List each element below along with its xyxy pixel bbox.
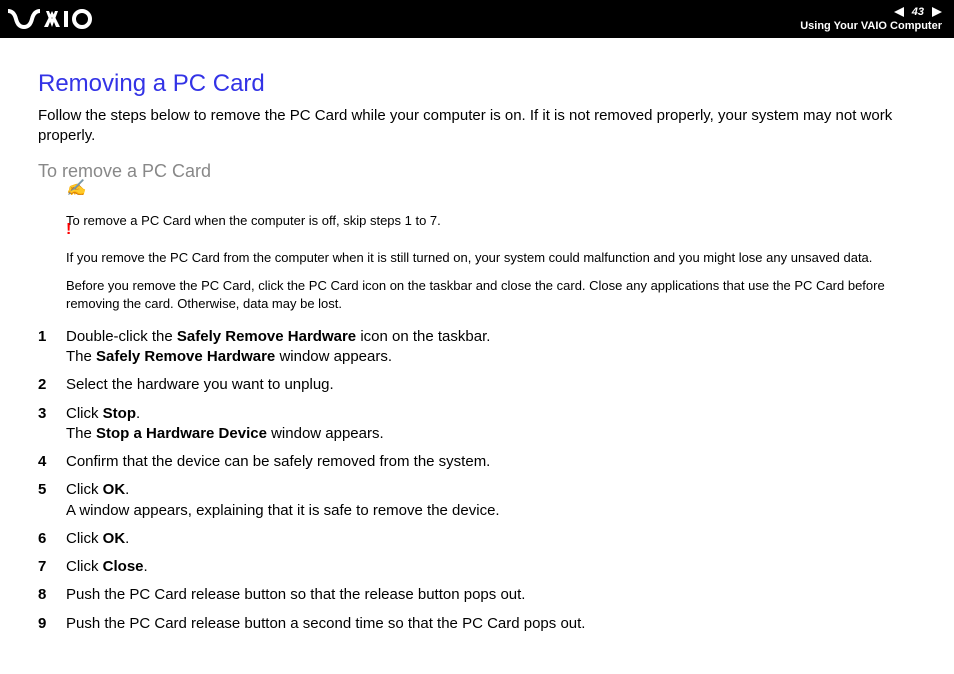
step-number: 8 [38,585,66,605]
intro-text: Follow the steps below to remove the PC … [38,106,926,147]
page-nav: 43 [894,6,942,18]
step-item: 1Double-click the Safely Remove Hardware… [38,327,926,368]
step-number: 5 [38,480,66,521]
warning-note: ! If you remove the PC Card from the com… [66,235,926,267]
plain-note: Before you remove the PC Card, click the… [66,275,926,313]
page-content: Removing a PC Card Follow the steps belo… [0,38,954,634]
step-text: Click OK.A window appears, explaining th… [66,480,926,521]
step-item: 4Confirm that the device can be safely r… [38,452,926,472]
vaio-logo [8,9,98,29]
pencil-icon: ✍ [66,178,86,200]
step-number: 7 [38,557,66,577]
step-item: 5Click OK.A window appears, explaining t… [38,480,926,521]
page-header: 43 Using Your VAIO Computer [0,0,954,38]
plain-note-text: Before you remove the PC Card, click the… [66,278,885,311]
step-item: 6Click OK. [38,529,926,549]
subheading: To remove a PC Card [38,161,926,182]
header-right: 43 Using Your VAIO Computer [800,6,946,32]
steps-list: 1Double-click the Safely Remove Hardware… [38,327,926,634]
step-item: 3Click Stop.The Stop a Hardware Device w… [38,404,926,445]
page-number: 43 [910,6,926,18]
step-item: 2Select the hardware you want to unplug. [38,375,926,395]
prev-page-arrow-icon[interactable] [894,7,908,17]
warning-text: If you remove the PC Card from the compu… [66,250,872,265]
step-text: Click OK. [66,529,926,549]
step-number: 6 [38,529,66,549]
step-item: 9Push the PC Card release button a secon… [38,614,926,634]
tip-note: ✍ To remove a PC Card when the computer … [66,196,926,230]
section-title: Using Your VAIO Computer [800,20,942,32]
step-item: 8Push the PC Card release button so that… [38,585,926,605]
exclamation-icon: ! [66,219,71,241]
step-number: 9 [38,614,66,634]
step-number: 3 [38,404,66,445]
notes-block: ✍ To remove a PC Card when the computer … [66,196,926,313]
tip-text: To remove a PC Card when the computer is… [66,213,441,228]
step-number: 2 [38,375,66,395]
step-text: Push the PC Card release button so that … [66,585,926,605]
step-number: 1 [38,327,66,368]
step-text: Select the hardware you want to unplug. [66,375,926,395]
next-page-arrow-icon[interactable] [928,7,942,17]
step-number: 4 [38,452,66,472]
page-heading: Removing a PC Card [38,70,926,98]
step-text: Click Stop.The Stop a Hardware Device wi… [66,404,926,445]
step-text: Push the PC Card release button a second… [66,614,926,634]
step-item: 7Click Close. [38,557,926,577]
step-text: Confirm that the device can be safely re… [66,452,926,472]
step-text: Click Close. [66,557,926,577]
step-text: Double-click the Safely Remove Hardware … [66,327,926,368]
